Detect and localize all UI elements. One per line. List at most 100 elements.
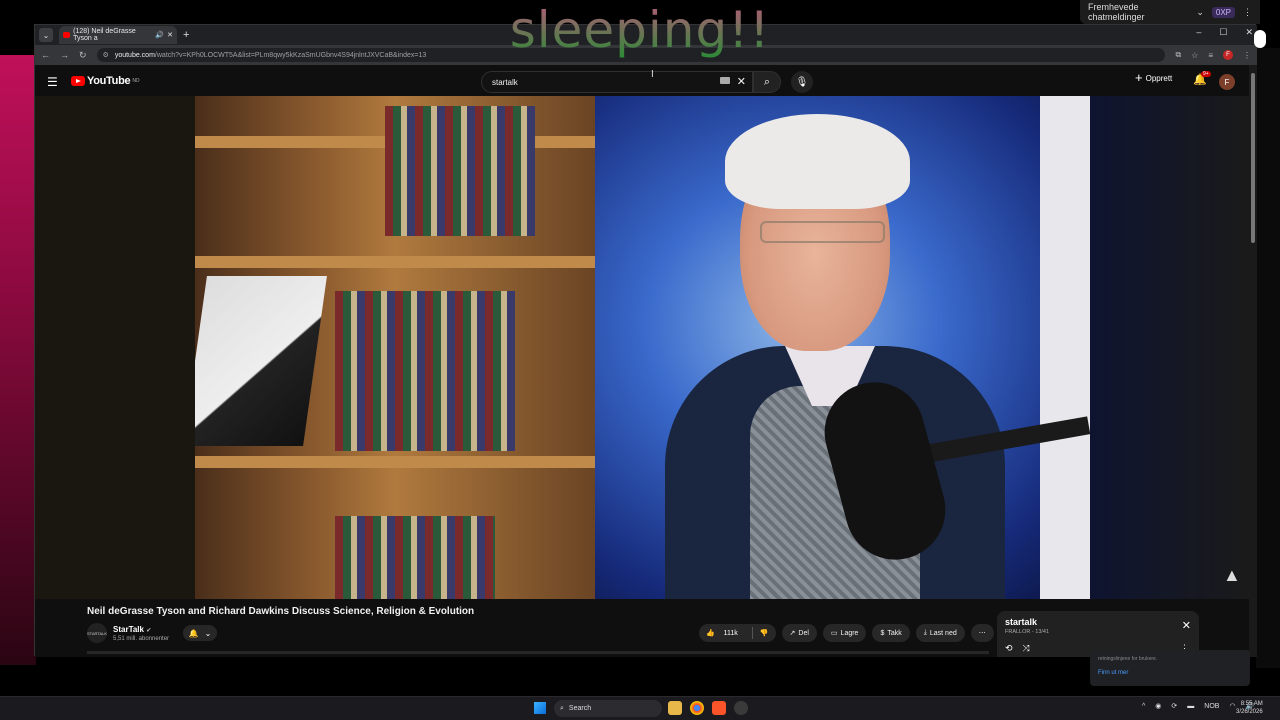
save-icon: ▭ bbox=[830, 630, 838, 637]
close-tab-icon[interactable]: ✕ bbox=[167, 31, 173, 39]
voice-search-button[interactable]: 🎙 bbox=[791, 71, 813, 93]
maximize-button[interactable]: ☐ bbox=[1219, 27, 1227, 38]
xp-badge: 0XP bbox=[1211, 6, 1235, 18]
video-window bbox=[1040, 96, 1090, 599]
start-button[interactable] bbox=[534, 702, 546, 714]
close-window-button[interactable]: ✕ bbox=[1245, 27, 1253, 38]
tray-flag-icon[interactable]: ▬ bbox=[1187, 703, 1194, 710]
taskbar-search[interactable]: ⌕ Search bbox=[554, 700, 662, 717]
playlist-subtitle: FRALLOR - 13/41 bbox=[1005, 629, 1050, 635]
youtube-favicon-icon bbox=[63, 32, 71, 38]
brave-icon[interactable] bbox=[712, 701, 726, 715]
create-button[interactable]: + Opprett bbox=[1135, 70, 1173, 85]
channel-watermark-icon[interactable]: ▲ bbox=[1223, 565, 1241, 586]
window-controls: – ☐ ✕ bbox=[1196, 27, 1253, 38]
media-controls-icon[interactable]: ≡ bbox=[1208, 51, 1213, 60]
share-button[interactable]: ↗ Del bbox=[781, 624, 817, 642]
site-info-icon[interactable]: ⚙ bbox=[103, 51, 109, 59]
video-title: Neil deGrasse Tyson and Richard Dawkins … bbox=[87, 606, 475, 617]
video-person-glasses bbox=[760, 221, 885, 243]
learn-more-link[interactable]: Finn ut mer bbox=[1098, 670, 1242, 676]
search-button[interactable]: ⌕ bbox=[753, 71, 781, 93]
video-player[interactable] bbox=[195, 96, 1090, 599]
scrollbar-thumb[interactable] bbox=[1251, 73, 1255, 243]
video-actions: 👍 111k 👎 ↗ Del ▭ Lagre $ Takk ⤓ Last ned ⋯ bbox=[699, 624, 994, 642]
browser-menu-icon[interactable]: ⋮ bbox=[1243, 51, 1251, 60]
hamburger-menu-icon[interactable]: ☰ bbox=[47, 75, 58, 89]
profile-edge bbox=[1254, 30, 1266, 48]
search-input[interactable]: startalk ✕ bbox=[481, 71, 753, 93]
notification-text: retningslinjene for brukere. bbox=[1098, 656, 1158, 662]
speaker-icon[interactable]: 🔊 bbox=[155, 31, 164, 39]
youtube-logo[interactable]: YouTube NO bbox=[71, 75, 140, 87]
share-icon: ↗ bbox=[789, 630, 796, 637]
bookmark-star-icon[interactable]: ☆ bbox=[1191, 51, 1198, 60]
desktop-backdrop-right bbox=[1256, 48, 1280, 668]
notification-badge: 9+ bbox=[1201, 71, 1211, 77]
clear-search-icon[interactable]: ✕ bbox=[737, 75, 746, 88]
chevron-down-icon[interactable]: ⌄ bbox=[1196, 7, 1204, 18]
more-actions-button[interactable]: ⋯ bbox=[970, 624, 994, 642]
account-avatar[interactable]: F bbox=[1219, 74, 1235, 90]
tray-update-icon[interactable]: ⟳ bbox=[1171, 702, 1177, 710]
taskbar: ⌕ Search ^ ◉ ⟳ ▬ NOB ◠ 🔊 8:55 AM 3/26/20… bbox=[0, 696, 1280, 720]
tray-chevron-icon[interactable]: ^ bbox=[1142, 703, 1145, 710]
tray-app-icon[interactable]: ◉ bbox=[1155, 702, 1161, 710]
subscription-bell-button[interactable]: 🔔 ⌄ bbox=[183, 625, 217, 641]
close-playlist-icon[interactable]: ✕ bbox=[1182, 619, 1191, 632]
region-code: NO bbox=[132, 78, 140, 84]
save-button[interactable]: ▭ Lagre bbox=[822, 624, 867, 642]
profile-icon[interactable]: F bbox=[1223, 50, 1233, 60]
youtube-play-icon bbox=[71, 76, 85, 86]
install-icon[interactable]: ⧉ bbox=[1175, 50, 1181, 60]
toolbar-icons: ⧉ ☆ ≡ F ⋮ bbox=[1175, 50, 1251, 60]
youtube-page: ☰ YouTube NO startalk ✕ ⌕ 🎙 + Opprett 🔔 … bbox=[35, 65, 1257, 657]
channel-avatar[interactable]: STARTALK bbox=[87, 623, 107, 643]
plus-icon: + bbox=[1135, 70, 1143, 85]
chevron-down-icon: ⌄ bbox=[204, 628, 212, 638]
reload-icon[interactable]: ↻ bbox=[79, 50, 87, 61]
app-icon[interactable] bbox=[734, 701, 748, 715]
more-options-icon[interactable]: ⋮ bbox=[1243, 7, 1252, 18]
new-tab-button[interactable]: + bbox=[183, 29, 189, 41]
youtube-logo-text: YouTube bbox=[87, 75, 131, 87]
language-indicator[interactable]: NOB bbox=[1204, 703, 1219, 710]
chat-highlights-bar: Fremhevede chatmeldinger ⌄ 0XP ⋮ bbox=[1080, 0, 1260, 24]
keyboard-icon[interactable] bbox=[720, 77, 730, 84]
download-icon: ⤓ bbox=[923, 629, 927, 636]
browser-window: ⌄ (128) Neil deGrasse Tyson a 🔊 ✕ + – ☐ … bbox=[34, 24, 1257, 657]
bell-icon: 🔔 bbox=[188, 628, 199, 638]
notification-card: retningslinjene for brukere. Finn ut mer bbox=[1090, 650, 1250, 686]
dislike-button[interactable]: 👎 bbox=[753, 629, 776, 637]
loop-icon[interactable]: ⟲ bbox=[1005, 643, 1013, 654]
tab-search-button[interactable]: ⌄ bbox=[39, 28, 53, 42]
page-scrollbar[interactable] bbox=[1249, 65, 1257, 657]
taskbar-search-label: Search bbox=[568, 705, 592, 712]
minimize-button[interactable]: – bbox=[1196, 27, 1201, 38]
channel-name[interactable]: StarTalk ✔ bbox=[113, 625, 151, 634]
url-text: youtube.com/watch?v=KPh0LOCWT5A&list=PLm… bbox=[114, 51, 427, 59]
wifi-icon[interactable]: ◠ bbox=[1229, 702, 1235, 710]
download-button[interactable]: ⤓ Last ned bbox=[915, 624, 965, 642]
description-box[interactable] bbox=[87, 651, 989, 654]
search-query: startalk bbox=[492, 77, 518, 87]
highlighted-chat-dropdown[interactable]: Fremhevede chatmeldinger bbox=[1088, 2, 1188, 22]
like-button[interactable]: 👍 111k bbox=[699, 629, 752, 637]
text-cursor-icon: I bbox=[651, 69, 654, 80]
search-icon: ⌕ bbox=[560, 704, 564, 712]
tab-title: (128) Neil deGrasse Tyson a bbox=[73, 28, 136, 42]
playlist-title[interactable]: startalk bbox=[1005, 617, 1191, 627]
search-icon: ⌕ bbox=[763, 75, 771, 88]
file-explorer-icon[interactable] bbox=[668, 701, 682, 715]
theater-backdrop-left bbox=[35, 96, 195, 599]
clock[interactable]: 8:55 AM 3/26/2026 bbox=[1236, 700, 1263, 716]
shuffle-icon[interactable]: ⤨ bbox=[1023, 643, 1030, 654]
back-icon[interactable]: ← bbox=[41, 50, 50, 60]
thanks-button[interactable]: $ Takk bbox=[872, 624, 910, 642]
create-label: Opprett bbox=[1145, 73, 1173, 83]
tab-youtube[interactable]: (128) Neil deGrasse Tyson a 🔊 ✕ bbox=[59, 26, 177, 44]
forward-icon[interactable]: → bbox=[60, 50, 69, 60]
chrome-icon[interactable] bbox=[690, 701, 704, 715]
theater-backdrop-right bbox=[1090, 96, 1249, 599]
verified-icon: ✔ bbox=[146, 628, 152, 634]
